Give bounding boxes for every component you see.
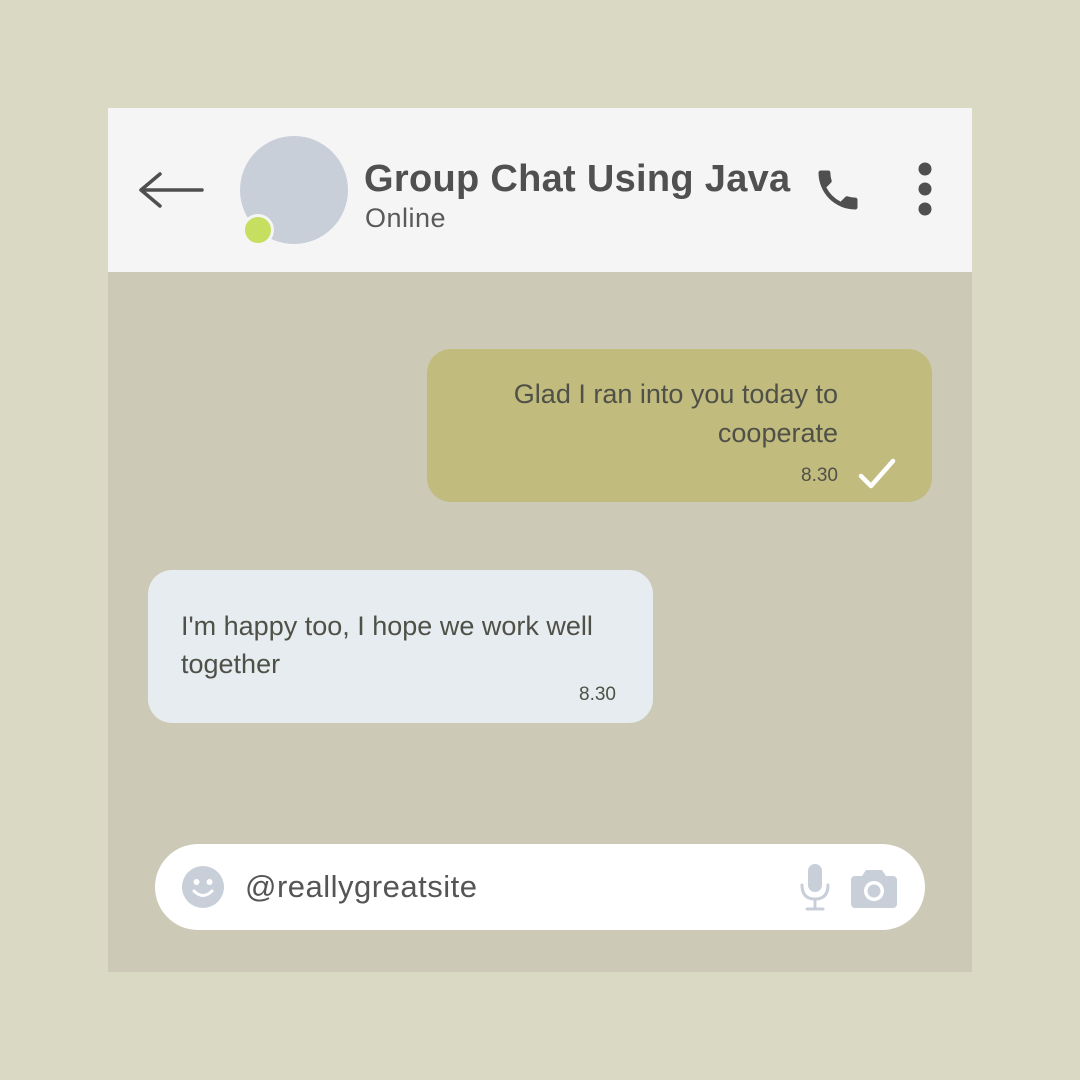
chat-status: Online bbox=[365, 203, 447, 233]
message-time: 8.30 bbox=[801, 465, 838, 486]
message-text: I'm happy too, I hope we work well toget… bbox=[181, 611, 593, 679]
chat-window: Group Chat Using Java Online Glad I ran … bbox=[108, 108, 972, 972]
online-indicator bbox=[242, 214, 274, 246]
camera-icon[interactable] bbox=[851, 866, 897, 908]
smiley-icon[interactable] bbox=[181, 865, 225, 909]
phone-icon[interactable] bbox=[812, 164, 864, 216]
message-text: Glad I ran into you today to cooperate bbox=[513, 379, 838, 448]
check-icon bbox=[858, 458, 896, 489]
microphone-icon[interactable] bbox=[795, 862, 835, 912]
message-bubble-outgoing[interactable]: Glad I ran into you today to cooperate 8… bbox=[427, 349, 932, 502]
more-vertical-icon[interactable] bbox=[910, 162, 940, 216]
chat-header: Group Chat Using Java Online bbox=[108, 108, 972, 272]
message-bubble-incoming[interactable]: I'm happy too, I hope we work well toget… bbox=[148, 570, 653, 723]
chat-title: Group Chat Using Java bbox=[364, 158, 791, 200]
message-composer bbox=[155, 844, 925, 930]
arrow-left-icon[interactable] bbox=[138, 168, 204, 212]
message-input[interactable] bbox=[245, 862, 765, 912]
message-time: 8.30 bbox=[579, 684, 616, 705]
